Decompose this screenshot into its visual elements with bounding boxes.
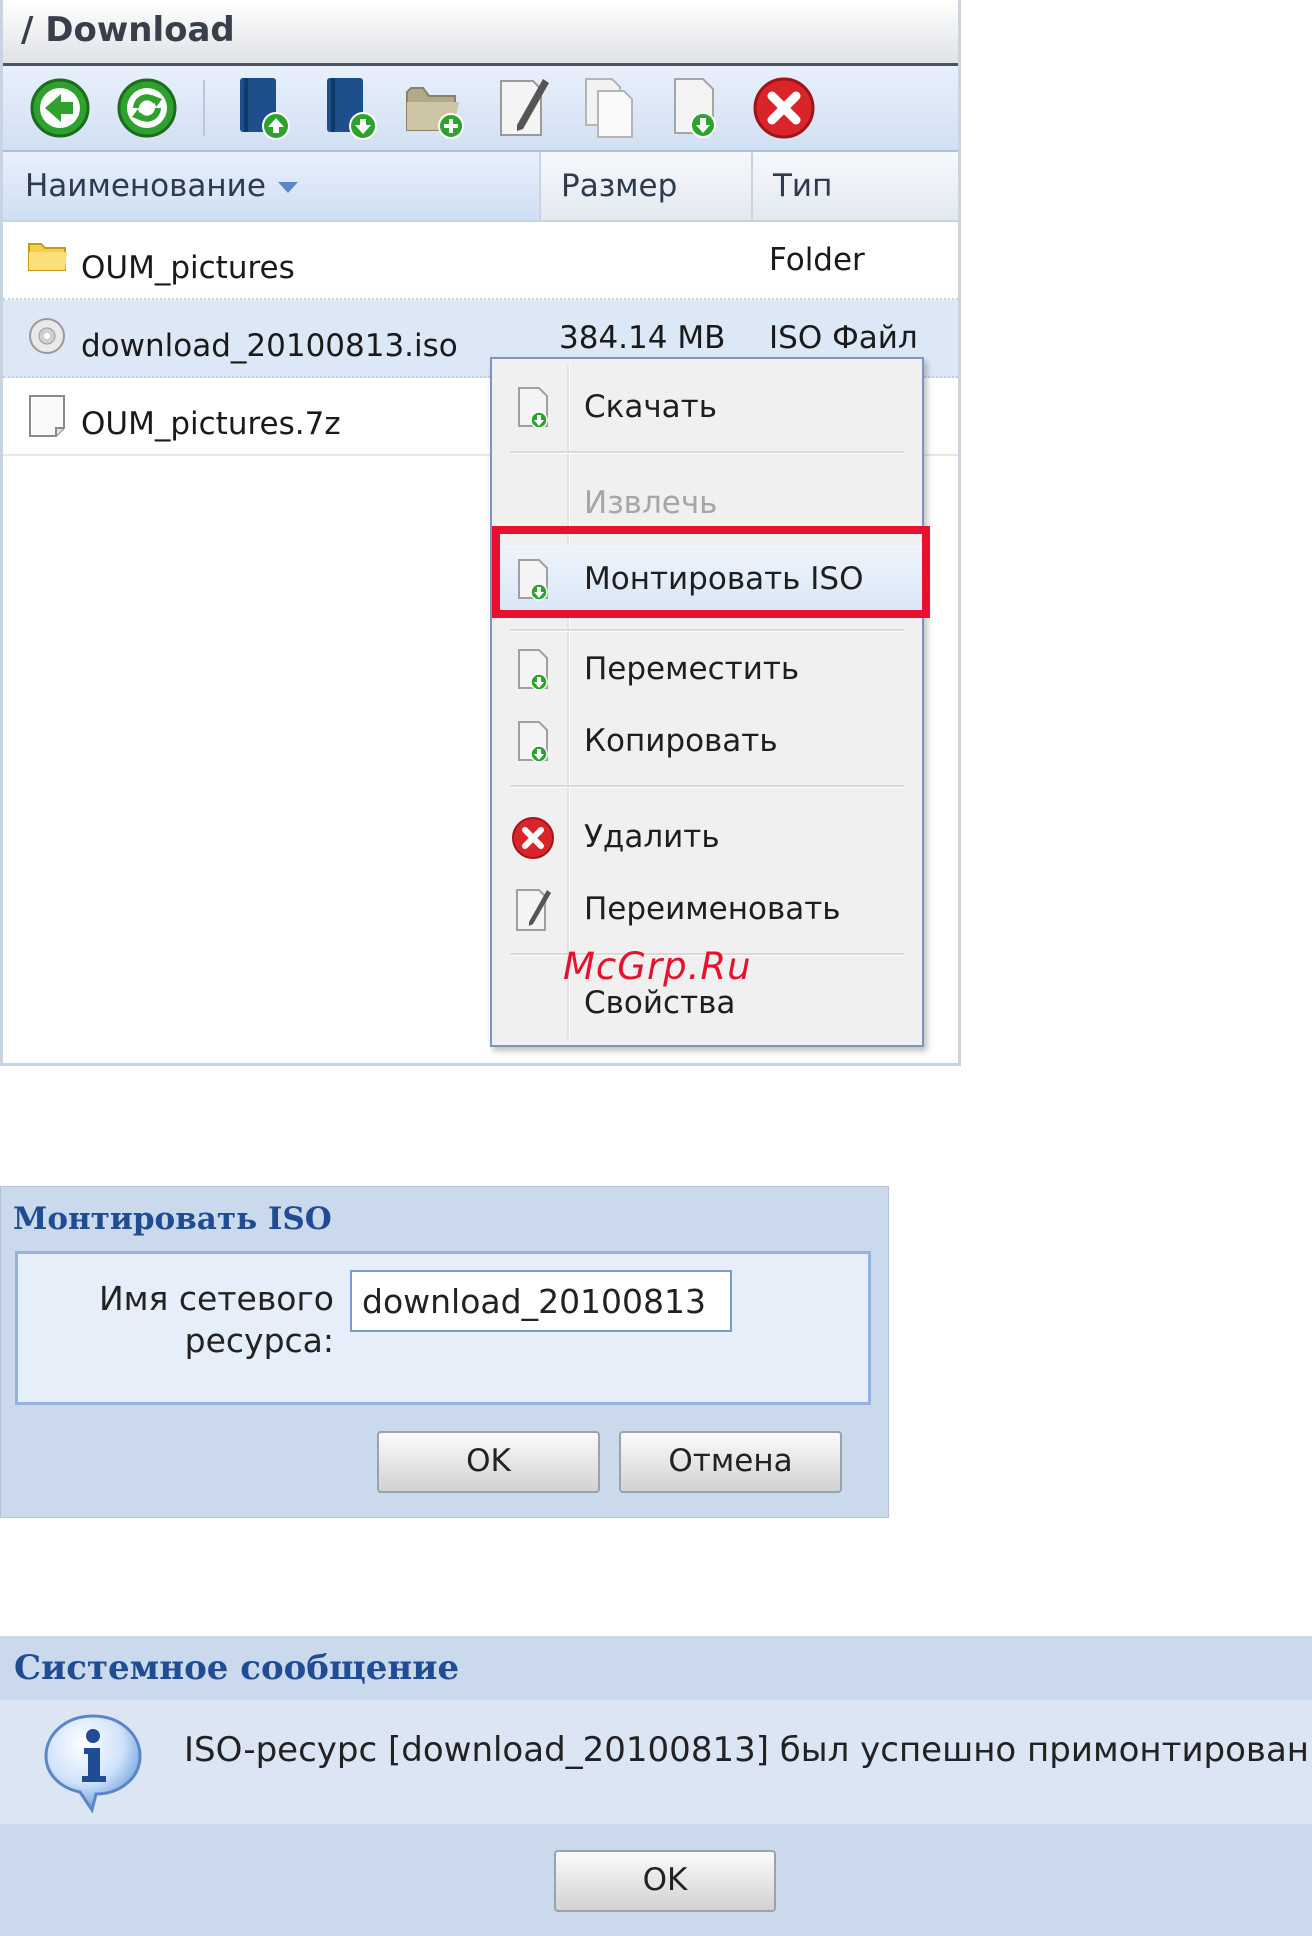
- add-file-icon: [674, 78, 716, 138]
- copy-button[interactable]: [575, 73, 645, 143]
- mount-iso-dialog: Монтировать ISO Имя сетевого ресурса: OK…: [0, 1186, 889, 1518]
- file-type: ISO Файл: [769, 320, 918, 356]
- share-name-input[interactable]: [350, 1270, 732, 1332]
- file-size: 384.14 MB: [559, 320, 726, 356]
- message-body: ISO-ресурс [download_20100813] был успеш…: [0, 1700, 1312, 1824]
- message-title: Системное сообщение: [14, 1648, 460, 1688]
- file-green-icon: [510, 385, 556, 431]
- delete-icon: [753, 77, 815, 139]
- menu-item-move[interactable]: Переместить: [492, 639, 922, 701]
- add-file-button[interactable]: [662, 73, 732, 143]
- file-green-icon: [510, 647, 556, 693]
- file-green-icon: [510, 719, 556, 765]
- column-name-label: Наименование: [25, 168, 266, 204]
- cancel-button[interactable]: Отмена: [619, 1431, 842, 1493]
- message-text: ISO-ресурс [download_20100813] был успеш…: [184, 1730, 1312, 1770]
- ok-button[interactable]: OK: [377, 1431, 600, 1493]
- refresh-icon: [117, 78, 177, 138]
- toolbar-separator: [203, 80, 205, 136]
- menu-item-download[interactable]: Скачать: [492, 377, 922, 439]
- share-name-label: Имя сетевого ресурса:: [98, 1279, 334, 1360]
- rename-button[interactable]: [488, 73, 558, 143]
- menu-item-rename[interactable]: Переименовать: [492, 879, 922, 941]
- upload-icon: [240, 78, 290, 140]
- disc-icon: [27, 316, 67, 364]
- column-header-name[interactable]: Наименование: [3, 152, 541, 220]
- delete-button[interactable]: [749, 73, 819, 143]
- ok-button[interactable]: OK: [554, 1850, 776, 1912]
- delete-icon: [510, 815, 556, 861]
- column-header-type[interactable]: Тип: [753, 152, 958, 220]
- new-folder-button[interactable]: [401, 73, 471, 143]
- info-icon: [44, 1714, 142, 1814]
- dialog-body: Имя сетевого ресурса:: [15, 1251, 871, 1405]
- copy-icon: [585, 78, 633, 138]
- folder-icon: [27, 238, 69, 282]
- context-menu: Скачать Извлечь Монтировать ISO Перемест…: [490, 357, 924, 1047]
- download-icon: [327, 78, 377, 140]
- file-name: download_20100813.iso: [81, 328, 458, 364]
- file-row[interactable]: OUM_pictures Folder: [3, 222, 958, 300]
- column-header-size[interactable]: Размер: [541, 152, 753, 220]
- path-title: / Download: [3, 0, 958, 66]
- file-icon: [27, 394, 67, 446]
- toolbar: [3, 66, 958, 152]
- upload-button[interactable]: [227, 73, 297, 143]
- menu-separator: [510, 785, 904, 788]
- back-button[interactable]: [25, 73, 95, 143]
- rename-icon: [510, 887, 556, 933]
- menu-separator: [510, 629, 904, 632]
- watermark: McGrp.Ru: [563, 945, 752, 988]
- file-name: OUM_pictures.7z: [81, 406, 341, 442]
- sort-down-icon: [277, 182, 298, 193]
- menu-item-copy[interactable]: Копировать: [492, 711, 922, 773]
- mount-iso-highlight-box: [492, 526, 930, 618]
- rename-icon: [500, 79, 549, 136]
- menu-item-delete[interactable]: Удалить: [492, 807, 922, 869]
- back-arrow-icon: [30, 78, 90, 138]
- column-headers: Наименование Размер Тип: [3, 152, 958, 222]
- download-button[interactable]: [314, 73, 384, 143]
- file-name: OUM_pictures: [81, 250, 295, 286]
- file-type: Folder: [769, 242, 865, 278]
- system-message-dialog: Системное сообщение ISO-ресурс [download…: [0, 1636, 1312, 1936]
- dialog-title: Монтировать ISO: [13, 1201, 332, 1237]
- menu-separator: [510, 451, 904, 454]
- new-folder-icon: [406, 87, 464, 139]
- refresh-button[interactable]: [112, 73, 182, 143]
